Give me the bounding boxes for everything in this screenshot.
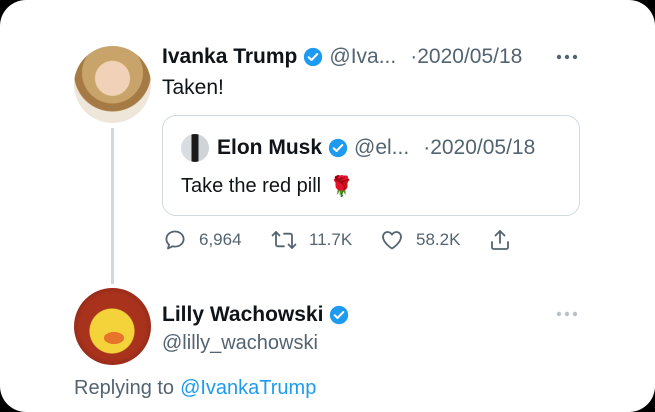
share-icon [491,230,509,250]
share-action[interactable] [488,228,524,252]
like-count: 58.2K [416,230,461,249]
retweet-action[interactable]: 11.7K [271,228,352,252]
ivanka-avatar[interactable] [74,46,151,123]
verified-badge-icon [330,305,349,325]
tweet-author-handle[interactable]: @Iva... [329,45,396,69]
more-icon[interactable] [556,54,578,60]
verified-badge-icon [304,47,323,67]
thread-connector-line [111,128,114,284]
reply-handle-text: @lilly_wachowski [162,331,318,354]
quoted-author-name[interactable]: Elon Musk [217,136,322,160]
quoted-author-handle[interactable]: @el... [354,136,409,160]
quoted-date[interactable]: 2020/05/18 [430,136,535,160]
verified-badge-icon [328,138,348,158]
reply-count: 6,964 [199,230,242,249]
reply-header: Lilly Wachowski [162,300,355,330]
quoted-tweet[interactable] [162,115,580,216]
tweet-card: Ivanka Trump @Iva... · 2020/05/18 Taken!… [0,0,655,412]
tweet-header: Ivanka Trump @Iva... · 2020/05/18 [162,42,522,72]
like-icon [382,231,402,250]
retweet-icon [271,231,297,249]
quoted-tweet-text: Take the red pill [181,174,322,197]
replying-to-label: Replying to [74,376,175,399]
rose-emoji: 🌹 [329,175,354,198]
replying-to: Replying to @IvankaTrump [74,374,316,402]
quoted-separator: · [423,136,431,159]
replying-to-handle[interactable]: @IvankaTrump [180,377,316,400]
tweet-text: Taken! [162,76,224,99]
more-icon[interactable] [556,311,578,317]
reply-icon [165,230,185,250]
header-separator: · [410,45,418,68]
reply-author-name[interactable]: Lilly Wachowski [162,303,323,327]
like-action[interactable]: 58.2K [380,228,460,252]
quoted-tweet-body: Take the red pill 🌹 [181,172,354,200]
lilly-avatar[interactable] [74,288,151,365]
retweet-count: 11.7K [309,230,353,249]
reply-author-handle[interactable]: @lilly_wachowski [162,329,318,357]
quoted-tweet-header: Elon Musk @el... · 2020/05/18 [217,133,535,163]
tweet-date[interactable]: 2020/05/18 [417,45,522,69]
reply-action[interactable]: 6,964 [163,228,242,252]
elon-avatar[interactable] [181,134,209,162]
tweet-author-name[interactable]: Ivanka Trump [162,45,297,69]
